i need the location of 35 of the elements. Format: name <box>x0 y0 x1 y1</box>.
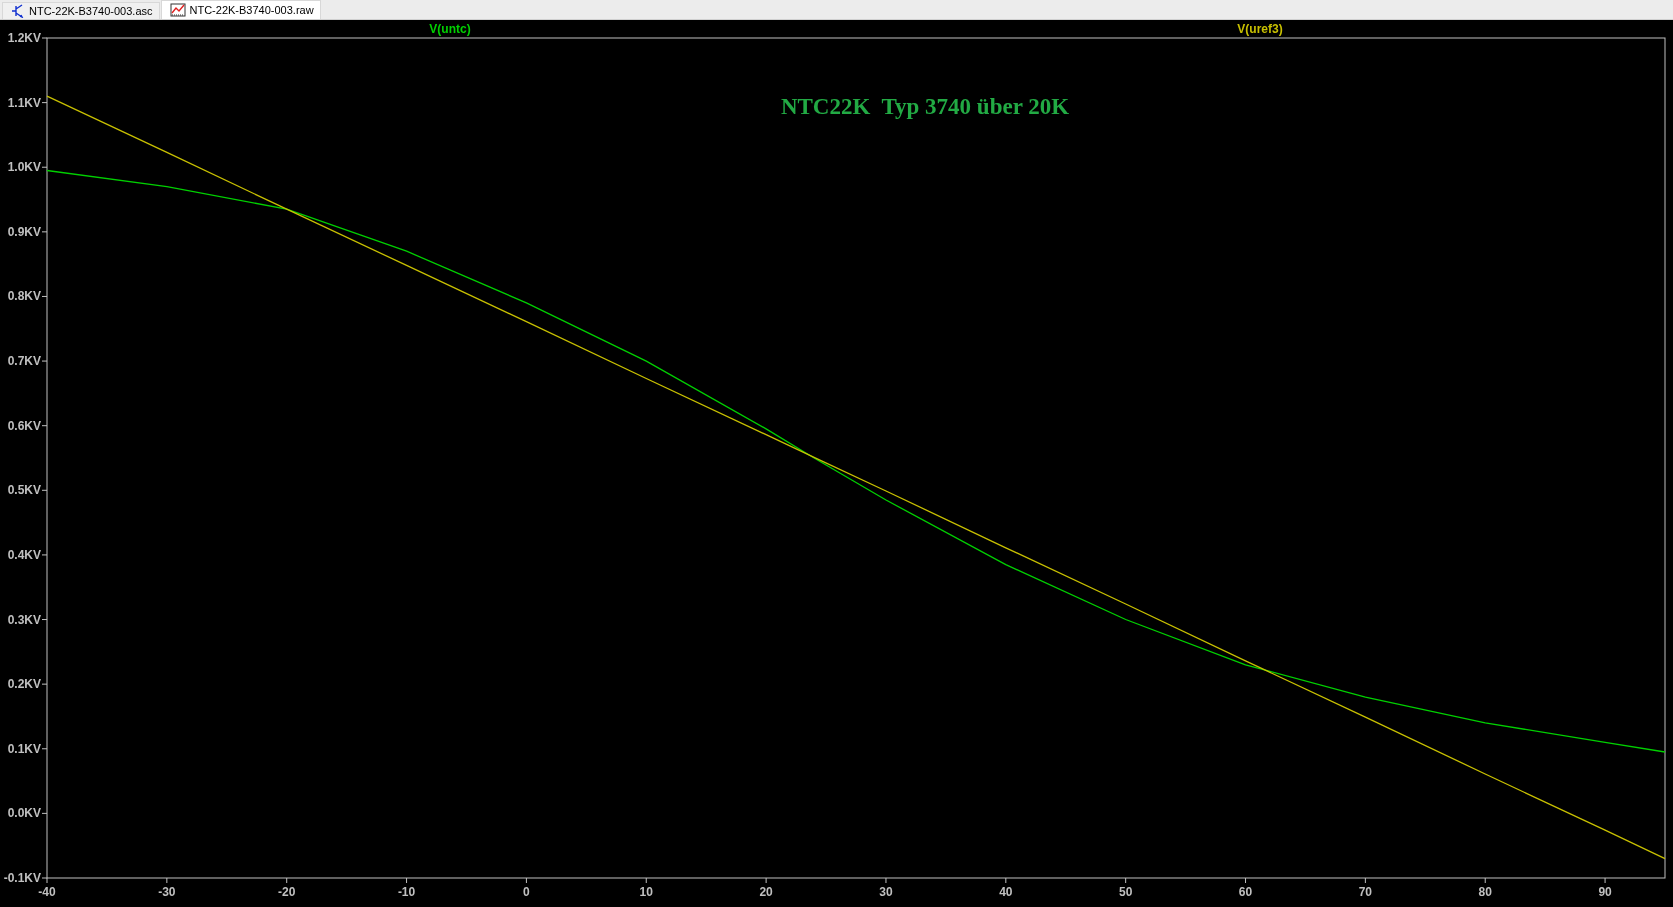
y-tick-label: 0.5KV <box>7 483 41 498</box>
trace-label[interactable]: V(uref3) <box>1237 22 1283 36</box>
x-tick-label: -30 <box>158 885 176 899</box>
x-tick-label: -20 <box>278 885 296 899</box>
y-tick-label: 0.7KV <box>7 354 41 369</box>
y-tick-label: 0.9KV <box>7 224 41 239</box>
x-tick-label: -40 <box>38 885 56 899</box>
x-tick-label: 50 <box>1119 885 1133 899</box>
y-tick-label: 0.4KV <box>7 547 41 562</box>
x-tick-label: 20 <box>759 885 773 899</box>
file-tab[interactable]: NTC-22K-B3740-003.asc <box>2 2 160 19</box>
x-tick-label: 70 <box>1358 885 1373 899</box>
y-tick-label: 0.3KV <box>7 612 41 627</box>
y-tick-label: 1.1KV <box>7 95 41 110</box>
transistor-icon <box>11 4 25 18</box>
x-tick-label: 40 <box>999 885 1013 899</box>
y-tick-label: 0.2KV <box>7 677 41 692</box>
x-tick-label: 0 <box>523 885 530 899</box>
y-tick-label: 0.6KV <box>7 418 41 433</box>
x-tick-label: 80 <box>1478 885 1492 899</box>
y-tick-label: 0.0KV <box>7 806 41 821</box>
x-tick-label: 90 <box>1598 885 1612 899</box>
y-tick-label: 0.1KV <box>7 741 41 756</box>
y-tick-label: 0.8KV <box>7 289 41 304</box>
y-tick-label: 1.2KV <box>7 31 41 45</box>
file-tab[interactable]: NTC-22K-B3740-003.raw <box>160 0 321 19</box>
plot-title-annotation: NTC22K Typ 3740 über 20K <box>780 94 1070 119</box>
waveform-icon <box>169 3 186 17</box>
x-tick-label: 10 <box>639 885 653 899</box>
x-tick-label: 60 <box>1238 885 1253 899</box>
trace-label[interactable]: V(untc) <box>429 22 471 36</box>
y-tick-label: -0.1KV <box>3 871 41 885</box>
x-tick-label: -10 <box>397 885 416 899</box>
x-tick-label: 30 <box>879 885 893 899</box>
y-tick-label: 1.0KV <box>7 160 41 175</box>
